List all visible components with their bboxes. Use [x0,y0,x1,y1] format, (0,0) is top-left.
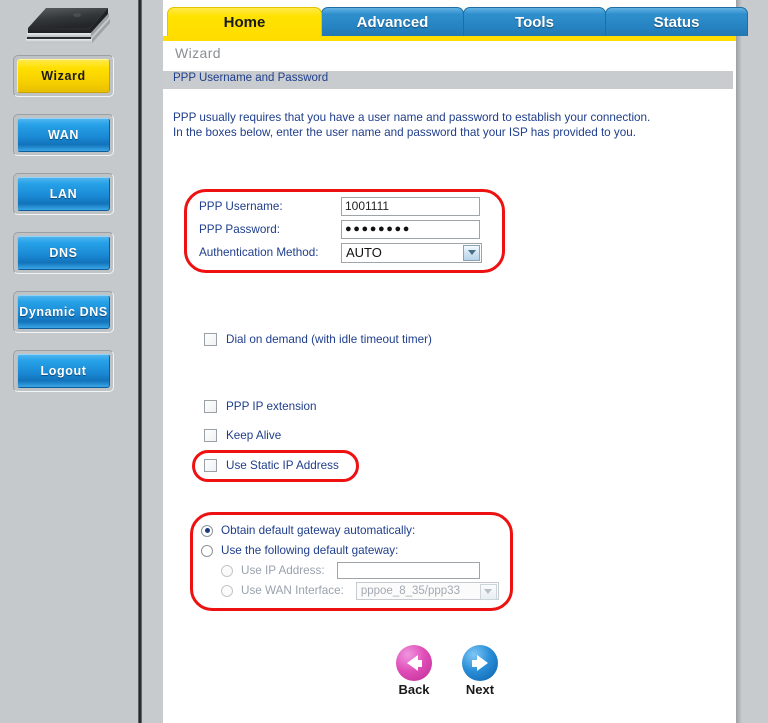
right-arrow-icon [462,645,498,681]
back-button[interactable]: Back [389,645,439,697]
radio-use-wan-interface[interactable]: Use WAN Interface: pppoe_8_35/ppp33 [201,581,499,600]
tab-label: Home [223,13,266,31]
auth-method-label: Authentication Method: [199,246,319,259]
checkbox-use-static-ip[interactable]: Use Static IP Address [204,459,339,472]
wan-interface-value: pppoe_8_35/ppp33 [360,584,460,597]
auth-method-select[interactable]: AUTO [341,242,482,263]
radio-label: Use WAN Interface: [241,584,344,597]
sidebar-item-label: LAN [17,177,110,211]
content-panel: Home Advanced Tools Status Wizard PPP Us… [163,0,748,723]
tab-tools[interactable]: Tools [463,7,606,36]
checkbox-icon[interactable] [204,429,217,442]
tab-status[interactable]: Status [605,7,748,36]
ppp-password-input[interactable]: ●●●●●●●● [341,220,480,239]
checkbox-label: Use Static IP Address [226,459,339,472]
radio-label: Use the following default gateway: [221,544,399,557]
left-arrow-icon [396,645,432,681]
section-header-label: PPP Username and Password [173,72,329,84]
radio-label: Obtain default gateway automatically: [221,524,416,537]
checkbox-label: PPP IP extension [226,400,317,413]
sidebar-item-label: WAN [17,118,110,152]
sidebar-item-wizard[interactable]: Wizard [13,55,114,97]
wan-interface-select[interactable]: pppoe_8_35/ppp33 [355,581,499,600]
chevron-down-icon[interactable] [463,244,480,261]
checkbox-dial-on-demand[interactable]: Dial on demand (with idle timeout timer) [204,333,432,346]
description-line-1: PPP usually requires that you have a use… [173,111,651,124]
radio-icon[interactable] [201,544,213,557]
radio-icon[interactable] [221,564,233,577]
radio-label: Use IP Address: [241,564,325,577]
checkbox-icon[interactable] [204,459,217,472]
checkbox-label: Keep Alive [226,429,282,442]
sidebar-item-dynamic-dns[interactable]: Dynamic DNS [13,291,114,333]
tab-label: Advanced [356,13,429,31]
checkbox-ppp-ip-extension[interactable]: PPP IP extension [204,400,317,413]
router-device-image [26,8,110,43]
page-description: PPP usually requires that you have a use… [173,110,718,140]
auth-method-row: Authentication Method: AUTO [199,242,482,263]
sidebar-item-lan[interactable]: LAN [13,173,114,215]
page-title: Wizard [175,45,221,61]
panel-gutter [142,0,163,723]
credentials-group: PPP Username: 1001111 PPP Password: ●●●●… [199,196,482,265]
radio-obtain-gateway-auto[interactable]: Obtain default gateway automatically: [201,521,499,540]
sidebar-item-wan[interactable]: WAN [13,114,114,156]
ppp-password-row: PPP Password: ●●●●●●●● [199,219,482,240]
radio-use-ip-address[interactable]: Use IP Address: [201,561,499,580]
sidebar-item-label: Dynamic DNS [17,295,110,329]
sidebar-item-label: Wizard [17,59,110,93]
gateway-ip-input[interactable] [336,562,480,579]
default-gateway-group: Obtain default gateway automatically: Us… [201,521,499,601]
sidebar-item-label: DNS [17,236,110,270]
ppp-username-label: PPP Username: [199,200,283,213]
back-button-label: Back [398,682,430,697]
ppp-username-row: PPP Username: 1001111 [199,196,482,217]
checkbox-label: Dial on demand (with idle timeout timer) [226,333,432,346]
tab-underline [163,36,736,41]
tab-home[interactable]: Home [167,7,322,36]
checkbox-keep-alive[interactable]: Keep Alive [204,429,281,442]
auth-method-value: AUTO [346,245,382,260]
next-button-label: Next [465,682,495,697]
ppp-username-input[interactable]: 1001111 [341,197,480,216]
wizard-nav-buttons: Back Next [389,645,505,697]
radio-icon[interactable] [221,584,233,597]
description-line-2: In the boxes below, enter the user name … [173,126,637,139]
sidebar-item-label: Logout [17,354,110,388]
panel-edge-shadow [736,0,742,723]
sidebar-item-logout[interactable]: Logout [13,350,114,392]
next-button[interactable]: Next [455,645,505,697]
checkbox-icon[interactable] [204,333,217,346]
tab-label: Status [653,13,700,31]
tab-bar: Home Advanced Tools Status [163,7,748,36]
tab-advanced[interactable]: Advanced [321,7,464,36]
sidebar: Wizard WAN LAN DNS Dynamic DNS Logout [0,0,138,723]
tab-label: Tools [515,13,554,31]
checkbox-icon[interactable] [204,400,217,413]
radio-use-following-gateway[interactable]: Use the following default gateway: [201,541,499,560]
radio-icon[interactable] [201,524,213,537]
chevron-down-icon[interactable] [479,583,497,600]
ppp-password-label: PPP Password: [199,223,280,236]
sidebar-item-dns[interactable]: DNS [13,232,114,274]
router-admin-page: Wizard WAN LAN DNS Dynamic DNS Logout Ho… [0,0,768,723]
section-header-bar: PPP Username and Password [163,71,733,89]
